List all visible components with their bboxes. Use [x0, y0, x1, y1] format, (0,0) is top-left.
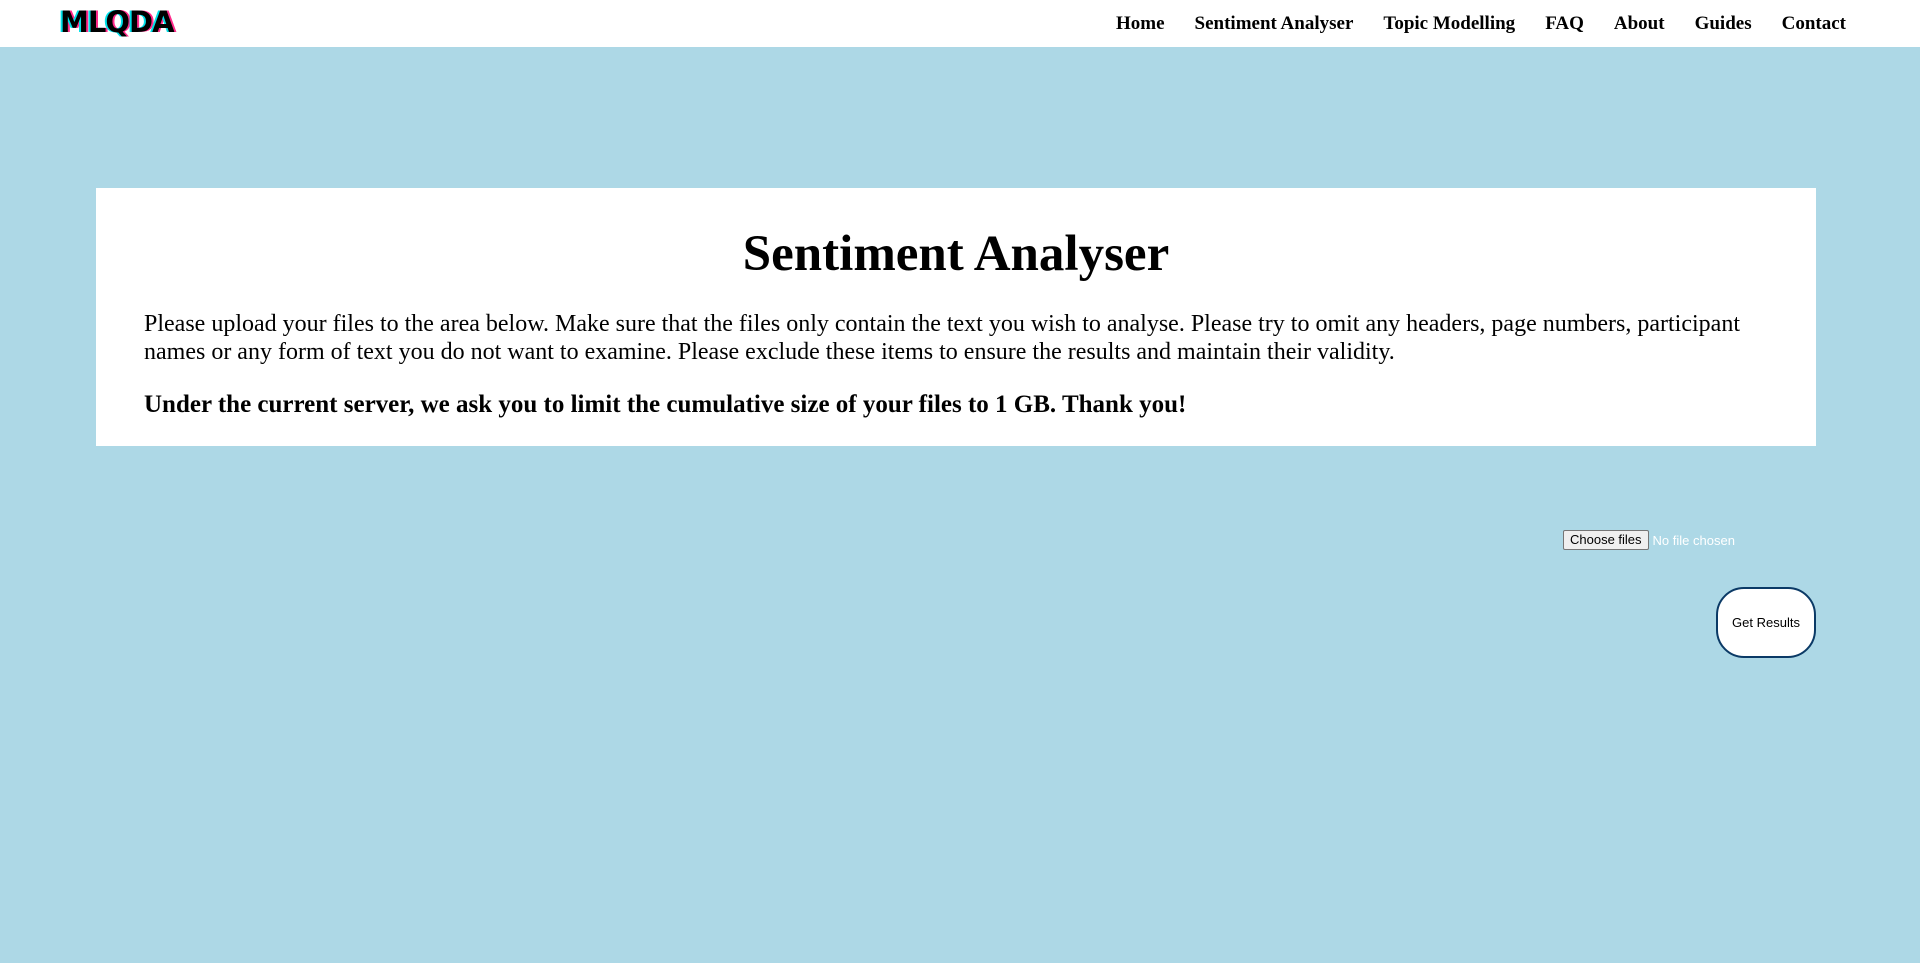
- site-logo[interactable]: MLQDA: [60, 5, 175, 39]
- file-upload-control: Choose files No file chosen: [1563, 530, 1735, 550]
- main-content-area: Sentiment Analyser Please upload your fi…: [0, 47, 1920, 963]
- nav-link-contact[interactable]: Contact: [1782, 13, 1846, 35]
- upload-instructions: Please upload your files to the area bel…: [144, 311, 1740, 365]
- nav-link-faq[interactable]: FAQ: [1545, 13, 1584, 35]
- main-nav: Home Sentiment Analyser Topic Modelling …: [1116, 0, 1846, 47]
- nav-link-sentiment-analyser[interactable]: Sentiment Analyser: [1195, 13, 1354, 35]
- nav-link-topic-modelling[interactable]: Topic Modelling: [1383, 13, 1515, 35]
- nav-link-guides[interactable]: Guides: [1695, 13, 1752, 35]
- nav-link-about[interactable]: About: [1614, 13, 1665, 35]
- file-status-text: No file chosen: [1652, 532, 1735, 548]
- nav-link-home[interactable]: Home: [1116, 13, 1165, 35]
- intro-card: Sentiment Analyser Please upload your fi…: [96, 188, 1816, 446]
- file-size-note: Under the current server, we ask you to …: [144, 391, 1187, 418]
- choose-files-button[interactable]: Choose files: [1563, 530, 1649, 550]
- top-navbar: MLQDA Home Sentiment Analyser Topic Mode…: [0, 0, 1920, 47]
- get-results-button[interactable]: Get Results: [1716, 587, 1816, 658]
- page-title: Sentiment Analyser: [742, 226, 1170, 282]
